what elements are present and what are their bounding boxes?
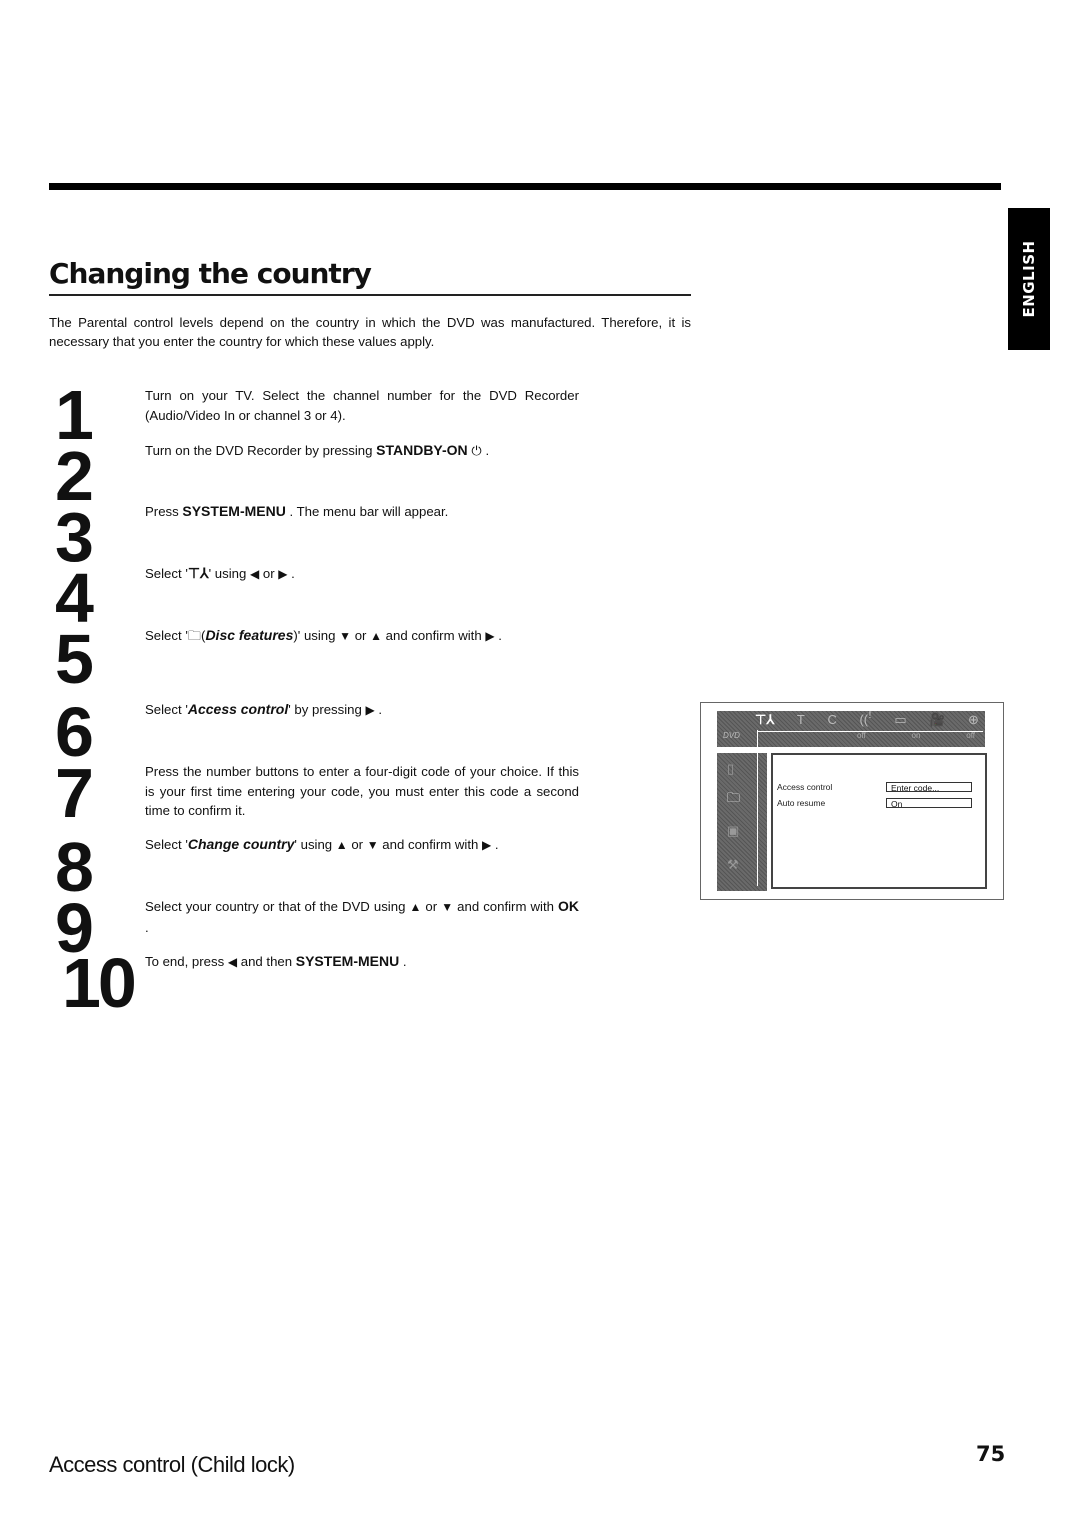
step-text-3: Press SYSTEM-MENU . The menu bar will ap… — [145, 503, 449, 519]
key-system-menu: SYSTEM-MENU — [295, 953, 400, 969]
osd-row-label: Auto resume — [777, 798, 826, 808]
osd-bar-value: off — [966, 731, 975, 740]
footer-section-title: Access control (Child lock) — [49, 1452, 295, 1477]
right-arrow-icon: ▶ — [481, 838, 492, 852]
osd-row-value: Enter code... — [886, 782, 972, 793]
right-arrow-icon: ▶ — [365, 703, 375, 717]
chapter-icon: C — [827, 712, 837, 727]
audio-icon: ((ꜝ — [859, 712, 872, 727]
top-rule — [49, 183, 1001, 190]
power-icon: ⏻ — [471, 443, 482, 458]
osd-side-menu: ▯ 🗀 ▣ ⚒ — [717, 753, 767, 891]
page-title: Changing the country — [49, 256, 691, 296]
step-text-10: To end, press ◀ and then SYSTEM-MENU . — [145, 952, 579, 973]
language-tab: ENGLISH — [1008, 208, 1050, 350]
down-arrow-icon: ▼ — [366, 838, 379, 852]
step-text-2: Turn on the DVD Recorder by pressing STA… — [145, 442, 490, 458]
step-text-1: Turn on your TV. Select the channel numb… — [145, 388, 579, 423]
remote-icon: ▯ — [727, 761, 735, 776]
osd-row-value: On — [886, 798, 972, 809]
wrench-icon: ⚒ — [727, 857, 739, 872]
osd-bar-value: off — [857, 731, 866, 740]
step-text-9: Select your country or that of the DVD u… — [145, 898, 579, 935]
disc-features-icon: 🗀 — [727, 790, 741, 805]
right-arrow-icon: ▶ — [485, 629, 495, 643]
up-arrow-icon: ▲ — [370, 629, 382, 643]
page-number: 75 — [976, 1442, 1006, 1466]
osd-panel: Access control Enter code... Auto resume… — [771, 753, 987, 889]
intro-paragraph: The Parental control levels depend on th… — [49, 315, 691, 349]
step-number-5: 5 — [55, 620, 94, 698]
step-text-6: Select 'Access control' by pressing ▶ . — [145, 700, 579, 721]
zoom-icon: ⊕ — [968, 712, 979, 727]
right-arrow-icon: ▶ — [278, 567, 288, 581]
osd-screenshot: ⊤⅄ T C ((ꜝ ▭ 🎥 ⊕ DVD off on off ▯ 🗀 ▣ ⚒ … — [700, 702, 1004, 900]
left-arrow-icon: ◀ — [227, 955, 238, 969]
step-text-4: Select '⊤⅄' using ◀ or ▶ . — [145, 564, 579, 585]
settings-tools-icon: ⊤⅄ — [187, 565, 209, 581]
up-arrow-icon: ▲ — [409, 900, 422, 914]
dvd-logo: DVD — [723, 731, 740, 740]
language-label: ENGLISH — [1020, 240, 1038, 318]
step-number-7: 7 — [55, 754, 94, 832]
key-system-menu: SYSTEM-MENU — [182, 503, 286, 519]
settings-tools-icon: ⊤⅄ — [755, 712, 775, 727]
osd-bar-value: on — [911, 731, 921, 740]
osd-row-label: Access control — [777, 782, 833, 792]
key-standby-on: STANDBY-ON — [376, 442, 468, 458]
subtitle-icon: ▭ — [894, 712, 907, 727]
down-arrow-icon: ▼ — [441, 900, 454, 914]
step-number-10: 10 — [62, 944, 137, 1022]
tv-icon: ▣ — [727, 823, 740, 838]
disc-features-icon: 🗀 — [187, 628, 202, 643]
key-ok: OK — [558, 898, 579, 914]
step-text-7: Press the number buttons to enter a four… — [145, 764, 579, 818]
step-text-5: Select '🗀(Disc features)' using ▼ or ▲ a… — [145, 626, 579, 647]
down-arrow-icon: ▼ — [339, 629, 352, 643]
title-icon: T — [796, 712, 805, 727]
arrow-line — [757, 731, 983, 732]
arrow-line — [757, 730, 758, 886]
up-arrow-icon: ▲ — [335, 838, 348, 852]
left-arrow-icon: ◀ — [249, 567, 260, 581]
angle-icon: 🎥 — [929, 712, 946, 727]
step-text-8: Select 'Change country' using ▲ or ▼ and… — [145, 835, 579, 856]
